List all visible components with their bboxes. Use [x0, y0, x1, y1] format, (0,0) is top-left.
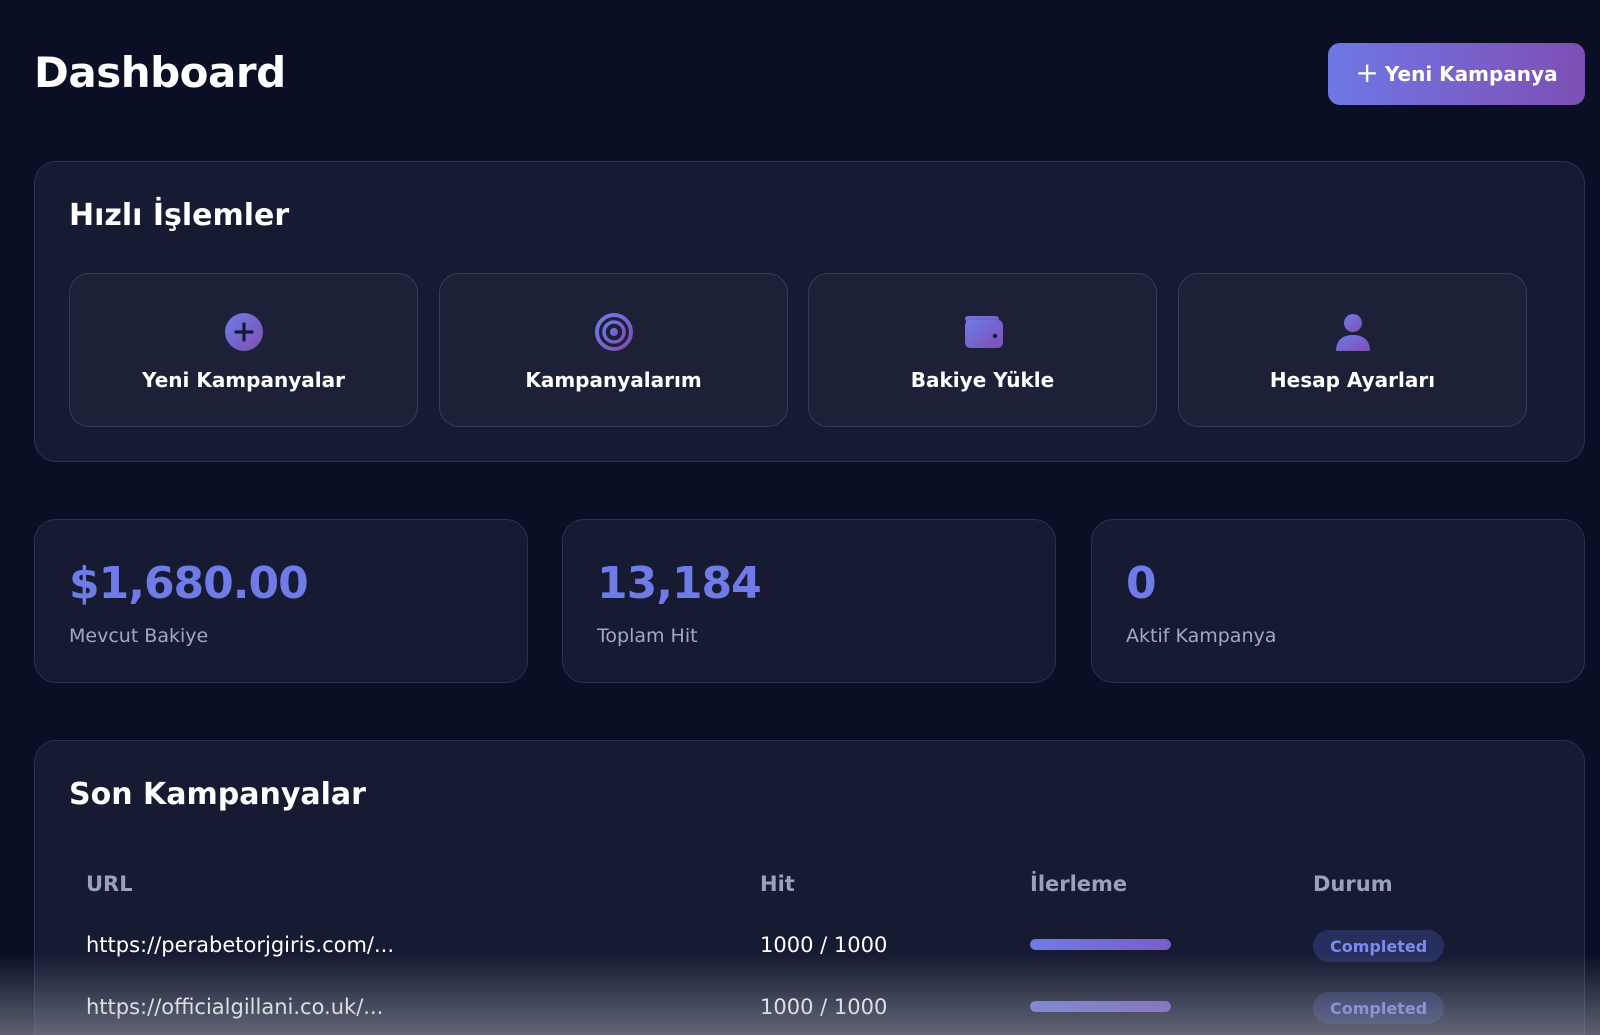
- stat-label: Toplam Hit: [597, 625, 698, 647]
- stat-value: 0: [1126, 558, 1157, 609]
- stat-card-balance: $1,680.00 Mevcut Bakiye: [34, 519, 528, 683]
- campaign-progress-bar: [1030, 1001, 1171, 1012]
- stat-value: $1,680.00: [69, 558, 309, 609]
- quick-actions-card: Hızlı İşlemler Yeni Kampanyalar Kampanya…: [34, 161, 1585, 462]
- quick-action-label: Bakiye Yükle: [910, 368, 1055, 392]
- wallet-icon: [963, 312, 1003, 352]
- campaign-url[interactable]: https://officialgillani.co.uk/...: [86, 995, 383, 1019]
- stat-value: 13,184: [597, 558, 762, 609]
- quick-action-load-balance[interactable]: Bakiye Yükle: [808, 273, 1157, 427]
- quick-action-label: Hesap Ayarları: [1269, 368, 1436, 392]
- stat-card-active-campaigns: 0 Aktif Kampanya: [1091, 519, 1585, 683]
- column-header-hit[interactable]: Hit: [760, 872, 795, 896]
- quick-action-my-campaigns[interactable]: Kampanyalarım: [439, 273, 788, 427]
- column-header-status[interactable]: Durum: [1313, 872, 1393, 896]
- status-badge: Completed: [1313, 992, 1445, 1024]
- progress-fill: [1030, 939, 1171, 950]
- quick-action-new-campaigns[interactable]: Yeni Kampanyalar: [69, 273, 418, 427]
- quick-action-label: Kampanyalarım: [525, 368, 702, 392]
- target-icon: [594, 312, 634, 352]
- stat-card-total-hits: 13,184 Toplam Hit: [562, 519, 1056, 683]
- plus-icon: +: [1355, 55, 1379, 89]
- campaign-progress-bar: [1030, 939, 1171, 950]
- campaign-url[interactable]: https://perabetorjgiris.com/...: [86, 933, 394, 957]
- progress-fill: [1030, 1001, 1171, 1012]
- stat-label: Mevcut Bakiye: [69, 625, 209, 647]
- dashboard-page: Dashboard + Yeni Kampanya Hızlı İşlemler…: [0, 0, 1600, 1035]
- status-badge: Completed: [1313, 930, 1445, 962]
- quick-action-account-settings[interactable]: Hesap Ayarları: [1178, 273, 1527, 427]
- new-campaign-button[interactable]: + Yeni Kampanya: [1328, 43, 1585, 105]
- column-header-url[interactable]: URL: [86, 872, 133, 896]
- plus-circle-icon: [224, 312, 264, 352]
- recent-campaigns-title: Son Kampanyalar: [69, 777, 366, 812]
- recent-campaigns-card: Son Kampanyalar URL Hit İlerleme Durum h…: [34, 740, 1585, 1035]
- user-icon: [1333, 312, 1373, 352]
- quick-action-label: Yeni Kampanyalar: [142, 368, 345, 392]
- campaign-hits: 1000 / 1000: [760, 933, 888, 957]
- page-title: Dashboard: [34, 48, 286, 97]
- column-header-progress[interactable]: İlerleme: [1030, 872, 1127, 896]
- quick-actions-title: Hızlı İşlemler: [69, 198, 290, 233]
- campaign-hits: 1000 / 1000: [760, 995, 888, 1019]
- stat-label: Aktif Kampanya: [1126, 625, 1277, 647]
- new-campaign-button-label: Yeni Kampanya: [1384, 62, 1558, 86]
